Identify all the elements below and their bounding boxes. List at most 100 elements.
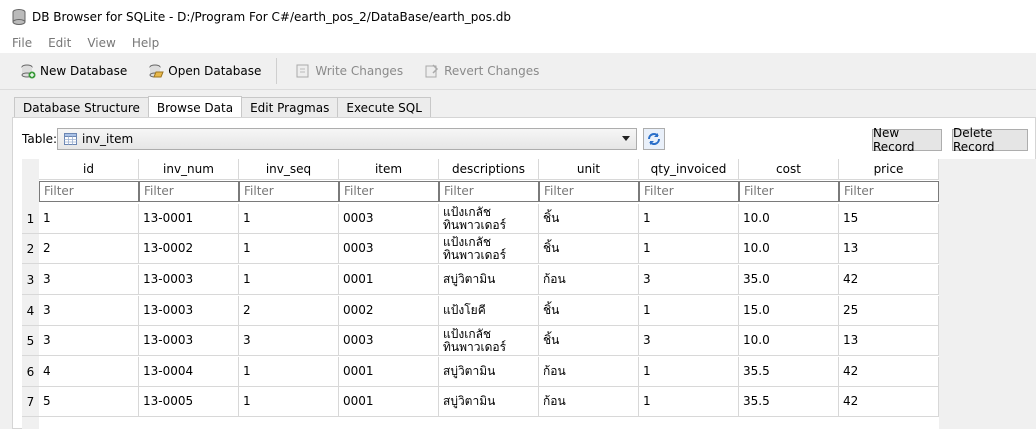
cell-price[interactable]: 42: [839, 387, 939, 417]
cell-unit[interactable]: ก้อน: [539, 387, 639, 417]
filter-input-item[interactable]: Filter: [339, 181, 439, 202]
row-number[interactable]: 2: [22, 234, 39, 264]
column-header-id[interactable]: id: [39, 159, 139, 180]
revert-changes-button[interactable]: Revert Changes: [412, 58, 548, 84]
filter-input-unit[interactable]: Filter: [539, 181, 639, 202]
cell-item[interactable]: 0001: [339, 357, 439, 387]
cell-inv-seq[interactable]: 1: [239, 265, 339, 295]
cell-item[interactable]: 0001: [339, 265, 439, 295]
cell-qty-invoiced[interactable]: 1: [639, 387, 739, 417]
cell-unit[interactable]: ก้อน: [539, 357, 639, 387]
cell-inv-seq[interactable]: 1: [239, 234, 339, 264]
column-header-cost[interactable]: cost: [739, 159, 839, 180]
write-changes-button[interactable]: Write Changes: [283, 58, 412, 84]
cell-cost[interactable]: 10.0: [739, 234, 839, 264]
cell-descriptions[interactable]: แป้งโยคี: [439, 296, 539, 326]
cell-id[interactable]: 2: [39, 234, 139, 264]
filter-input-id[interactable]: Filter: [39, 181, 139, 202]
column-header-qty-invoiced[interactable]: qty_invoiced: [639, 159, 739, 180]
cell-qty-invoiced[interactable]: 1: [639, 296, 739, 326]
menu-help[interactable]: Help: [124, 36, 167, 50]
cell-cost[interactable]: 15.0: [739, 296, 839, 326]
cell-item[interactable]: 0003: [339, 326, 439, 356]
column-header-price[interactable]: price: [839, 159, 939, 180]
cell-descriptions[interactable]: แป้งเกลัช ทินพาวเดอร์: [439, 234, 539, 264]
filter-input-cost[interactable]: Filter: [739, 181, 839, 202]
cell-qty-invoiced[interactable]: 1: [639, 234, 739, 264]
tab-database-structure[interactable]: Database Structure: [14, 97, 149, 118]
cell-inv-num[interactable]: 13-0001: [139, 204, 239, 234]
cell-descriptions[interactable]: แป้งเกลัช ทินพาวเดอร์: [439, 326, 539, 356]
menu-view[interactable]: View: [79, 36, 123, 50]
cell-price[interactable]: 42: [839, 265, 939, 295]
filter-input-inv-num[interactable]: Filter: [139, 181, 239, 202]
row-number[interactable]: 3: [22, 265, 39, 295]
cell-descriptions[interactable]: สบู่วิตามิน: [439, 357, 539, 387]
cell-item[interactable]: 0002: [339, 296, 439, 326]
row-number[interactable]: 1: [22, 204, 39, 234]
column-header-descriptions[interactable]: descriptions: [439, 159, 539, 180]
cell-descriptions[interactable]: สบู่วิตามิน: [439, 387, 539, 417]
cell-price[interactable]: 15: [839, 204, 939, 234]
row-number[interactable]: 7: [22, 387, 39, 417]
cell-unit[interactable]: ชิ้น: [539, 296, 639, 326]
cell-inv-num[interactable]: 13-0002: [139, 234, 239, 264]
cell-inv-seq[interactable]: 1: [239, 387, 339, 417]
cell-item[interactable]: 0001: [339, 387, 439, 417]
cell-inv-seq[interactable]: 3: [239, 326, 339, 356]
new-record-button[interactable]: New Record: [872, 126, 942, 154]
column-header-inv-num[interactable]: inv_num: [139, 159, 239, 180]
cell-qty-invoiced[interactable]: 1: [639, 357, 739, 387]
open-database-button[interactable]: Open Database: [136, 58, 270, 84]
cell-descriptions[interactable]: แป้งเกลัช ทินพาวเดอร์: [439, 204, 539, 234]
cell-inv-seq[interactable]: 1: [239, 357, 339, 387]
tab-browse-data[interactable]: Browse Data: [147, 96, 243, 118]
refresh-button[interactable]: [643, 128, 665, 150]
cell-inv-num[interactable]: 13-0003: [139, 326, 239, 356]
cell-inv-num[interactable]: 13-0004: [139, 357, 239, 387]
cell-id[interactable]: 5: [39, 387, 139, 417]
tab-edit-pragmas[interactable]: Edit Pragmas: [241, 97, 339, 118]
cell-cost[interactable]: 10.0: [739, 326, 839, 356]
filter-input-descriptions[interactable]: Filter: [439, 181, 539, 202]
filter-input-price[interactable]: Filter: [839, 181, 939, 202]
filter-input-qty-invoiced[interactable]: Filter: [639, 181, 739, 202]
tab-execute-sql[interactable]: Execute SQL: [337, 97, 431, 118]
cell-id[interactable]: 3: [39, 326, 139, 356]
cell-item[interactable]: 0003: [339, 234, 439, 264]
cell-inv-seq[interactable]: 1: [239, 204, 339, 234]
cell-qty-invoiced[interactable]: 3: [639, 265, 739, 295]
cell-unit[interactable]: ชิ้น: [539, 326, 639, 356]
menu-edit[interactable]: Edit: [40, 36, 79, 50]
cell-unit[interactable]: ก้อน: [539, 265, 639, 295]
cell-id[interactable]: 3: [39, 296, 139, 326]
row-number[interactable]: 6: [22, 357, 39, 387]
cell-cost[interactable]: 35.0: [739, 265, 839, 295]
cell-unit[interactable]: ชิ้น: [539, 204, 639, 234]
cell-id[interactable]: 4: [39, 357, 139, 387]
cell-descriptions[interactable]: สบู่วิตามิน: [439, 265, 539, 295]
cell-id[interactable]: 1: [39, 204, 139, 234]
cell-price[interactable]: 13: [839, 234, 939, 264]
cell-inv-num[interactable]: 13-0005: [139, 387, 239, 417]
row-number[interactable]: 4: [22, 296, 39, 326]
cell-unit[interactable]: ชิ้น: [539, 234, 639, 264]
cell-cost[interactable]: 10.0: [739, 204, 839, 234]
cell-price[interactable]: 25: [839, 296, 939, 326]
cell-price[interactable]: 13: [839, 326, 939, 356]
cell-qty-invoiced[interactable]: 3: [639, 326, 739, 356]
column-header-item[interactable]: item: [339, 159, 439, 180]
row-number[interactable]: 5: [22, 326, 39, 356]
cell-id[interactable]: 3: [39, 265, 139, 295]
cell-inv-num[interactable]: 13-0003: [139, 296, 239, 326]
cell-inv-seq[interactable]: 2: [239, 296, 339, 326]
cell-qty-invoiced[interactable]: 1: [639, 204, 739, 234]
cell-cost[interactable]: 35.5: [739, 387, 839, 417]
column-header-unit[interactable]: unit: [539, 159, 639, 180]
new-database-button[interactable]: New Database: [8, 58, 136, 84]
column-header-inv-seq[interactable]: inv_seq: [239, 159, 339, 180]
cell-price[interactable]: 42: [839, 357, 939, 387]
delete-record-button[interactable]: Delete Record: [952, 126, 1028, 154]
cell-inv-num[interactable]: 13-0003: [139, 265, 239, 295]
menu-file[interactable]: File: [4, 36, 40, 50]
